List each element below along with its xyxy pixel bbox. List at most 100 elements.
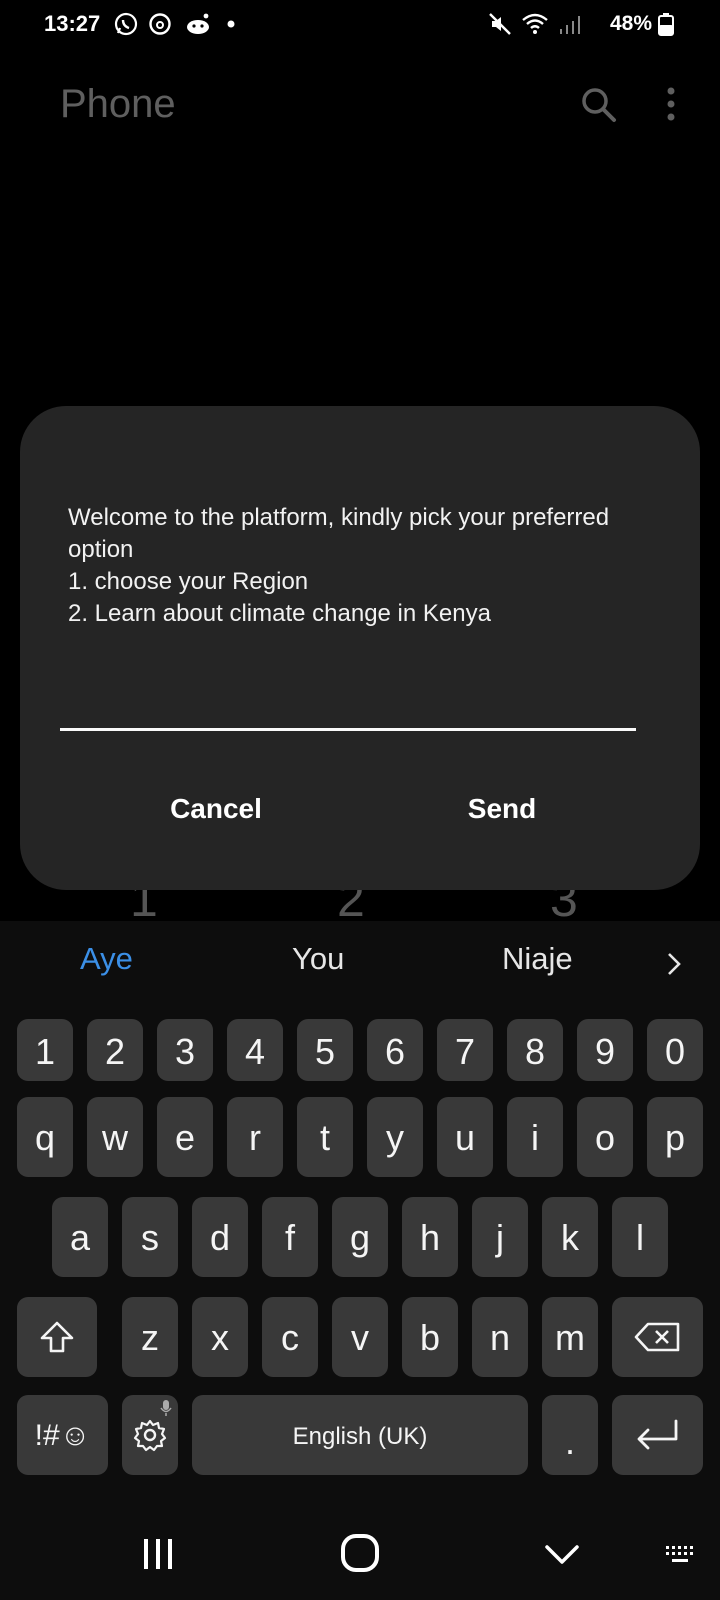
keyboard-switch-icon[interactable]	[664, 1543, 698, 1567]
key-c[interactable]: c	[262, 1297, 318, 1377]
enter-icon	[637, 1419, 678, 1450]
key-label: u	[454, 1117, 476, 1158]
period-key[interactable]: .	[542, 1395, 598, 1475]
key-r[interactable]: r	[227, 1097, 283, 1177]
key-u[interactable]: u	[437, 1097, 493, 1177]
key-label: 4	[244, 1031, 266, 1072]
key-label: .	[564, 1421, 575, 1462]
key-m[interactable]: m	[542, 1297, 598, 1377]
key-label: d	[209, 1217, 231, 1258]
key-b[interactable]: b	[402, 1297, 458, 1377]
key-k[interactable]: k	[542, 1197, 598, 1277]
key-label: y	[386, 1117, 404, 1158]
send-button[interactable]: Send	[402, 778, 602, 838]
key-s[interactable]: s	[122, 1197, 178, 1277]
key-j[interactable]: j	[472, 1197, 528, 1277]
key-o[interactable]: o	[577, 1097, 633, 1177]
symbols-key[interactable]: !#☺	[17, 1395, 108, 1475]
key-label: 6	[384, 1031, 406, 1072]
key-7[interactable]: 7	[437, 1019, 493, 1081]
key-w[interactable]: w	[87, 1097, 143, 1177]
reddit-icon	[187, 13, 209, 34]
key-l[interactable]: l	[612, 1197, 668, 1277]
key-label: t	[319, 1117, 330, 1158]
key-label: 3	[174, 1031, 196, 1072]
key-d[interactable]: d	[192, 1197, 248, 1277]
key-label: k	[561, 1217, 579, 1258]
ussd-response-input[interactable]	[60, 690, 636, 731]
key-label: e	[174, 1117, 196, 1158]
key-5[interactable]: 5	[297, 1019, 353, 1081]
shift-icon	[40, 1321, 74, 1353]
battery-percent: 48%	[610, 12, 653, 35]
key-a[interactable]: a	[52, 1197, 108, 1277]
key-label: 1	[34, 1031, 56, 1072]
key-p[interactable]: p	[647, 1097, 703, 1177]
key-2[interactable]: 2	[87, 1019, 143, 1081]
key-label: b	[419, 1317, 441, 1358]
key-label: v	[351, 1317, 369, 1358]
cancel-button[interactable]: Cancel	[116, 778, 316, 838]
dialog-message: Welcome to the platform, kindly pick you…	[68, 504, 610, 627]
shift-key[interactable]	[17, 1297, 97, 1377]
navigation-bar	[0, 1485, 720, 1600]
key-label: w	[102, 1117, 128, 1158]
battery-icon	[658, 13, 674, 36]
settings-key[interactable]	[122, 1395, 178, 1475]
key-z[interactable]: z	[122, 1297, 178, 1377]
wifi-icon	[522, 13, 548, 34]
backspace-key[interactable]	[612, 1297, 703, 1377]
suggestion-3[interactable]: Niaje	[502, 941, 573, 977]
key-e[interactable]: e	[157, 1097, 213, 1177]
key-g[interactable]: g	[332, 1197, 388, 1277]
key-y[interactable]: y	[367, 1097, 423, 1177]
space-key[interactable]: English (UK)	[192, 1395, 528, 1475]
status-time: 13:27	[44, 11, 101, 36]
key-label: 8	[524, 1031, 546, 1072]
key-label: English (UK)	[292, 1423, 428, 1450]
key-label: g	[349, 1217, 371, 1258]
key-label: j	[496, 1217, 504, 1258]
key-t[interactable]: t	[297, 1097, 353, 1177]
backspace-icon	[634, 1322, 680, 1352]
key-4[interactable]: 4	[227, 1019, 283, 1081]
key-label: l	[636, 1217, 644, 1258]
key-6[interactable]: 6	[367, 1019, 423, 1081]
threads-icon	[149, 13, 171, 35]
key-label: 2	[104, 1031, 126, 1072]
home-icon[interactable]	[340, 1533, 380, 1573]
search-icon[interactable]	[578, 84, 618, 124]
key-9[interactable]: 9	[577, 1019, 633, 1081]
key-label: z	[141, 1317, 159, 1358]
more-options-icon[interactable]	[664, 84, 678, 124]
key-x[interactable]: x	[192, 1297, 248, 1377]
recents-icon[interactable]	[140, 1537, 176, 1571]
key-label: o	[594, 1117, 616, 1158]
chevron-right-icon[interactable]	[666, 951, 682, 977]
key-h[interactable]: h	[402, 1197, 458, 1277]
key-label: 9	[594, 1031, 616, 1072]
key-0[interactable]: 0	[647, 1019, 703, 1081]
key-v[interactable]: v	[332, 1297, 388, 1377]
key-label: m	[555, 1317, 585, 1358]
key-label: 0	[664, 1031, 686, 1072]
key-f[interactable]: f	[262, 1197, 318, 1277]
key-label: i	[531, 1117, 539, 1158]
mic-icon	[160, 1400, 172, 1416]
key-1[interactable]: 1	[17, 1019, 73, 1081]
notification-dot-icon	[227, 20, 235, 28]
key-label: a	[69, 1217, 91, 1258]
key-q[interactable]: q	[17, 1097, 73, 1177]
key-8[interactable]: 8	[507, 1019, 563, 1081]
hide-keyboard-icon[interactable]	[544, 1543, 580, 1567]
key-i[interactable]: i	[507, 1097, 563, 1177]
mute-icon	[489, 13, 511, 35]
suggestion-1[interactable]: Aye	[80, 941, 133, 977]
key-n[interactable]: n	[472, 1297, 528, 1377]
key-label: c	[281, 1317, 299, 1358]
app-title: Phone	[60, 82, 176, 126]
suggestion-2[interactable]: You	[292, 941, 344, 977]
key-3[interactable]: 3	[157, 1019, 213, 1081]
enter-key[interactable]	[612, 1395, 703, 1475]
key-label: r	[249, 1117, 261, 1158]
